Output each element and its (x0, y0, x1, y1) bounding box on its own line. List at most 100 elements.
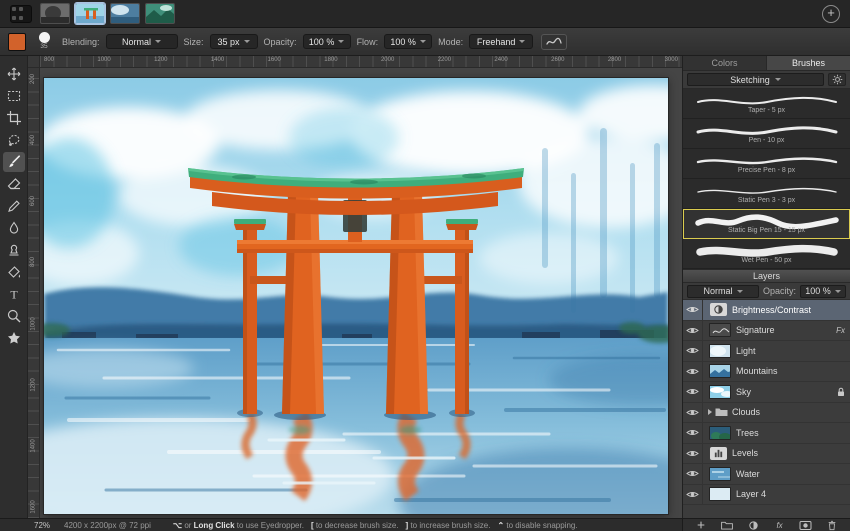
vertical-ruler: 2004006008001000120014001600 (28, 68, 40, 518)
layer-row[interactable]: Water (683, 464, 850, 485)
chevron-down-icon (338, 40, 344, 43)
gear-icon (832, 74, 843, 85)
layer-visibility-toggle[interactable] (683, 341, 703, 361)
eye-icon (686, 428, 699, 437)
layer-thumbnail (709, 323, 731, 337)
blending-label: Blending: (62, 37, 100, 47)
star-icon (6, 330, 22, 346)
size-dropdown[interactable]: 35 px (210, 34, 258, 49)
add-adjustment-button[interactable] (745, 519, 761, 531)
flood-fill-tool[interactable] (3, 262, 25, 282)
layer-opacity-label: Opacity: (763, 286, 796, 296)
document-thumbnail-active[interactable] (75, 3, 105, 24)
foreground-color-swatch[interactable] (8, 33, 26, 51)
brush-item[interactable]: Precise Pen - 8 px (683, 149, 850, 179)
tab-colors[interactable]: Colors (683, 56, 767, 70)
layer-thumbnail (709, 344, 731, 358)
brush-list: Taper - 5 px Pen - 10 px Precise Pen - 8… (683, 89, 850, 269)
brush-category-row: Sketching (683, 71, 850, 89)
layer-thumbnail (709, 364, 731, 378)
delete-layer-button[interactable] (824, 519, 840, 531)
layer-effects-button[interactable]: fx (772, 519, 788, 531)
crop-tool[interactable] (3, 108, 25, 128)
layer-opacity-field[interactable]: 100 % (800, 285, 846, 298)
document-thumbnail[interactable] (110, 3, 140, 24)
layer-row[interactable]: Mountains (683, 362, 850, 383)
zoom-tool[interactable] (3, 306, 25, 326)
mode-dropdown[interactable]: Freehand (469, 34, 533, 49)
move-tool[interactable] (3, 64, 25, 84)
tab-brushes[interactable]: Brushes (767, 56, 850, 70)
eye-icon (686, 367, 699, 376)
pencil-tool[interactable] (3, 196, 25, 216)
layers-panel-header: Layers (683, 269, 850, 283)
crop-icon (6, 110, 22, 126)
layer-visibility-toggle[interactable] (683, 444, 703, 464)
stabilizer-icon (546, 37, 562, 47)
favorites-tool[interactable] (3, 328, 25, 348)
layer-visibility-toggle[interactable] (683, 382, 703, 402)
layer-row-group[interactable]: Clouds (683, 403, 850, 424)
layer-thumbnail (709, 426, 731, 440)
paint-bucket-icon (6, 264, 22, 280)
add-layer-button[interactable] (693, 519, 709, 531)
layer-row[interactable]: Sky (683, 382, 850, 403)
disclosure-arrow-icon[interactable] (708, 409, 712, 415)
selection-brush-tool[interactable] (3, 130, 25, 150)
layer-action-buttons: fx (682, 519, 850, 531)
layer-visibility-toggle[interactable] (683, 300, 703, 320)
layer-blend-mode-dropdown[interactable]: Normal (687, 285, 759, 298)
layer-visibility-toggle[interactable] (683, 423, 703, 443)
add-group-button[interactable] (719, 519, 735, 531)
layer-row[interactable]: Light (683, 341, 850, 362)
svg-text:T: T (10, 288, 18, 302)
flow-dropdown[interactable]: 100 % (384, 34, 432, 49)
layer-row-selected[interactable]: Brightness/Contrast (683, 300, 850, 321)
status-bar: 72% 4200 x 2200px @ 72 ppi ⌥ or Long Cli… (0, 518, 850, 531)
text-tool[interactable]: T (3, 284, 25, 304)
clone-stamp-tool[interactable] (3, 240, 25, 260)
layer-row[interactable]: Trees (683, 423, 850, 444)
document-thumbnail[interactable] (145, 3, 175, 24)
eraser-icon (6, 176, 22, 192)
document-info: 4200 x 2200px @ 72 ppi (64, 521, 151, 530)
layer-visibility-toggle[interactable] (683, 403, 703, 423)
layer-visibility-toggle[interactable] (683, 362, 703, 382)
folder-icon (721, 521, 733, 530)
brush-item[interactable]: Static Pen 3 - 3 px (683, 179, 850, 209)
lock-icon (837, 387, 845, 397)
marquee-tool[interactable] (3, 86, 25, 106)
brush-item[interactable]: Taper - 5 px (683, 89, 850, 119)
layer-visibility-toggle[interactable] (683, 321, 703, 341)
brush-tip-preview[interactable]: 35 (32, 32, 56, 51)
brush-category-dropdown[interactable]: Sketching (687, 73, 824, 86)
blending-dropdown[interactable]: Normal (106, 34, 178, 49)
stabilizer-button[interactable] (541, 34, 567, 50)
move-icon (6, 66, 22, 82)
layer-row[interactable]: Levels (683, 444, 850, 465)
app-grid-icon[interactable] (10, 5, 32, 23)
layer-fx-badge[interactable]: Fx (836, 326, 845, 335)
brush-item[interactable]: Pen - 10 px (683, 119, 850, 149)
eraser-tool[interactable] (3, 174, 25, 194)
brush-panel-settings-button[interactable] (828, 73, 846, 86)
eye-icon (686, 449, 699, 458)
shortcut-hints: ⌥ or Long Click to use Eyedropper. [ to … (173, 521, 585, 530)
zoom-level: 72% (34, 521, 50, 530)
layer-row[interactable]: Signature Fx (683, 321, 850, 342)
brush-item-selected[interactable]: Static Big Pen 15 - 15 px (683, 209, 850, 239)
opacity-label: Opacity: (264, 37, 297, 47)
document-thumbnail[interactable] (40, 3, 70, 24)
paint-brush-tool[interactable] (3, 152, 25, 172)
add-mask-button[interactable] (798, 519, 814, 531)
layer-visibility-toggle[interactable] (683, 464, 703, 484)
smudge-tool[interactable] (3, 218, 25, 238)
new-document-button[interactable]: + (822, 5, 840, 23)
chevron-down-icon (835, 290, 841, 293)
brush-item[interactable]: Wet Pen - 50 px (683, 239, 850, 269)
layer-thumbnail (709, 385, 731, 399)
opacity-dropdown[interactable]: 100 % (303, 34, 351, 49)
layer-visibility-toggle[interactable] (683, 485, 703, 505)
layer-row[interactable]: Layer 4 (683, 485, 850, 506)
canvas-painting[interactable] (44, 78, 668, 514)
